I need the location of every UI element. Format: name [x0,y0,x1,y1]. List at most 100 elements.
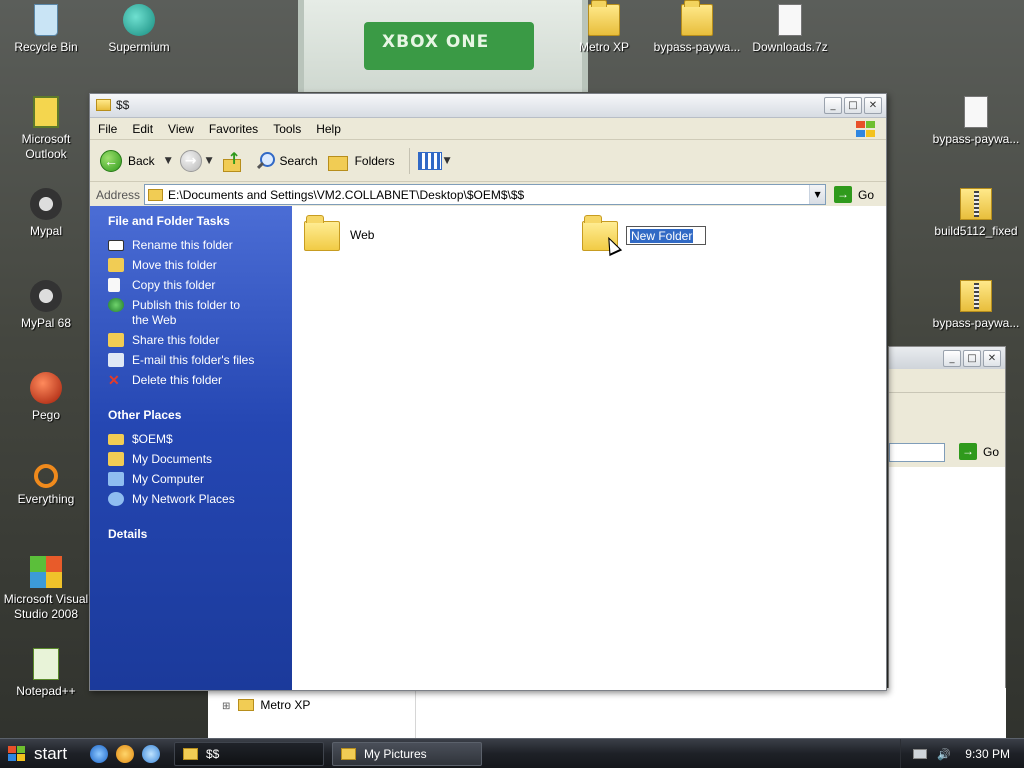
maximize-button[interactable]: □ [963,350,981,367]
background-window[interactable]: _ □ ✕ → Go [888,346,1006,738]
start-button[interactable]: start [0,739,82,768]
browser-icon[interactable] [142,744,160,763]
background-go-button[interactable]: → Go [959,443,999,460]
desktop-icon-mypal-68[interactable]: MyPal 68 [0,280,92,331]
desktop-icon-label: Everything [17,492,75,506]
task-label: Copy this folder [132,278,216,292]
folder-content[interactable]: Web New Folder [292,206,886,690]
back-arrow-icon: ← [100,149,122,172]
place-oem[interactable]: $OEM$ [108,432,292,447]
forward-button[interactable]: → [179,149,202,172]
other-places-header[interactable]: Other Places [108,408,292,422]
desktop-icon-build5112[interactable]: build5112_fixed [930,188,1022,239]
desktop-icon-outlook[interactable]: Microsoft Outlook [0,96,92,162]
background-window-titlebar[interactable]: _ □ ✕ [889,347,1005,369]
desktop-icon-bypass-paywall-1[interactable]: bypass-paywa... [651,0,743,55]
forward-dropdown-icon[interactable]: ▼ [206,156,213,166]
address-dropdown-icon[interactable]: ▼ [809,185,826,204]
task-publish-folder[interactable]: Publish this folder to the Web [108,298,292,328]
desktop-icon-mypal[interactable]: Mypal [0,188,92,239]
place-network[interactable]: My Network Places [108,492,292,507]
visual-studio-icon [30,556,62,588]
task-rename-folder[interactable]: Rename this folder [108,238,292,253]
details-header[interactable]: Details [108,527,292,541]
address-bar: Address E:\Documents and Settings\VM2.CO… [90,182,886,208]
address-input[interactable]: E:\Documents and Settings\VM2.COLLABNET\… [144,184,827,205]
desktop-icon-bypass-paywall-3[interactable]: bypass-paywa... [930,280,1022,331]
rename-icon [108,240,124,251]
desktop-icon-recycle-bin[interactable]: Recycle Bin [0,4,92,55]
task-label: Publish this folder to the Web [132,298,241,327]
desktop-icon-label: Supermium [108,40,170,54]
menu-help[interactable]: Help [316,122,341,136]
desktop-icon-pego[interactable]: Pego [0,372,92,423]
clock[interactable]: 9:30 PM [965,747,1010,761]
taskbar-button-label: My Pictures [364,746,427,761]
desktop-icon-label: bypass-paywa... [932,316,1020,330]
archive-file-icon [778,4,802,36]
menu-file[interactable]: File [98,122,117,136]
zip-folder-icon [960,188,992,220]
folder-icon [238,699,255,711]
rename-selected-text: New Folder [630,229,694,243]
back-dropdown-icon[interactable]: ▼ [165,156,172,166]
go-label: Go [983,444,1000,459]
go-label: Go [858,187,875,202]
folders-label: Folders [354,153,395,168]
mypal-icon [30,280,62,312]
taskbar-button-dollar[interactable]: $$ [174,741,324,766]
file-folder-tasks-header[interactable]: File and Folder Tasks [108,214,292,228]
menubar: File Edit View Favorites Tools Help [90,118,886,140]
desktop-icon-notepad-plus[interactable]: Notepad++ [0,648,92,699]
close-button[interactable]: ✕ [983,350,1001,367]
desktop-icon-supermium[interactable]: Supermium [93,4,185,55]
speaker-icon[interactable]: 🔊 [937,748,951,761]
task-copy-folder[interactable]: Copy this folder [108,278,292,293]
minimize-button[interactable]: _ [824,97,842,114]
views-button[interactable] [417,151,442,170]
internet-explorer-icon[interactable] [90,744,108,763]
media-player-icon[interactable] [116,744,134,763]
task-label: Share this folder [132,333,220,347]
windows-flag-icon [8,745,26,762]
menu-view[interactable]: View [168,122,194,136]
task-move-folder[interactable]: Move this folder [108,258,292,273]
folder-icon [183,747,198,760]
expand-icon[interactable]: ⊞ [222,701,230,712]
place-label: My Documents [132,452,213,466]
desktop-icon-label: bypass-paywa... [932,132,1020,146]
task-delete-folder[interactable]: ✕ Delete this folder [108,373,292,388]
views-dropdown-icon[interactable]: ▼ [444,156,451,166]
go-button[interactable]: → Go [834,186,874,203]
minimize-button[interactable]: _ [943,350,961,367]
task-email-files[interactable]: E-mail this folder's files [108,353,292,368]
menu-favorites[interactable]: Favorites [209,122,258,136]
window-titlebar[interactable]: $$ _ □ ✕ [90,94,886,118]
desktop-icon-bypass-paywall-2[interactable]: bypass-paywa... [930,96,1022,147]
my-documents-icon [108,452,124,466]
menu-edit[interactable]: Edit [132,122,153,136]
mouse-pointer-icon [601,233,623,257]
rename-input[interactable]: New Folder [626,226,706,245]
place-my-computer[interactable]: My Computer [108,472,292,487]
background-address-input[interactable] [889,443,945,462]
back-button[interactable]: ← Back [100,149,155,172]
up-folder-button[interactable] [221,149,243,172]
tree-item-metro-xp[interactable]: ⊞ Metro XP [222,698,310,712]
folders-button[interactable]: Folders [327,152,395,171]
network-tray-icon[interactable] [913,748,928,759]
explorer-window[interactable]: $$ _ □ ✕ File Edit View Favorites Tools … [89,93,887,691]
email-icon [108,353,124,367]
desktop-icon-downloads-7z[interactable]: Downloads.7z [744,4,836,55]
menu-tools[interactable]: Tools [273,122,301,136]
everything-icon [34,464,58,488]
desktop-icon-everything[interactable]: Everything [0,464,92,507]
desktop-icon-metro-xp[interactable]: Metro XP [558,0,650,55]
maximize-button[interactable]: □ [844,97,862,114]
taskbar-button-my-pictures[interactable]: My Pictures [332,741,482,766]
task-share-folder[interactable]: Share this folder [108,333,292,348]
close-button[interactable]: ✕ [864,97,882,114]
desktop-icon-visual-studio[interactable]: Microsoft Visual Studio 2008 [0,556,92,622]
search-button[interactable]: Search [255,151,318,171]
place-my-documents[interactable]: My Documents [108,452,292,467]
